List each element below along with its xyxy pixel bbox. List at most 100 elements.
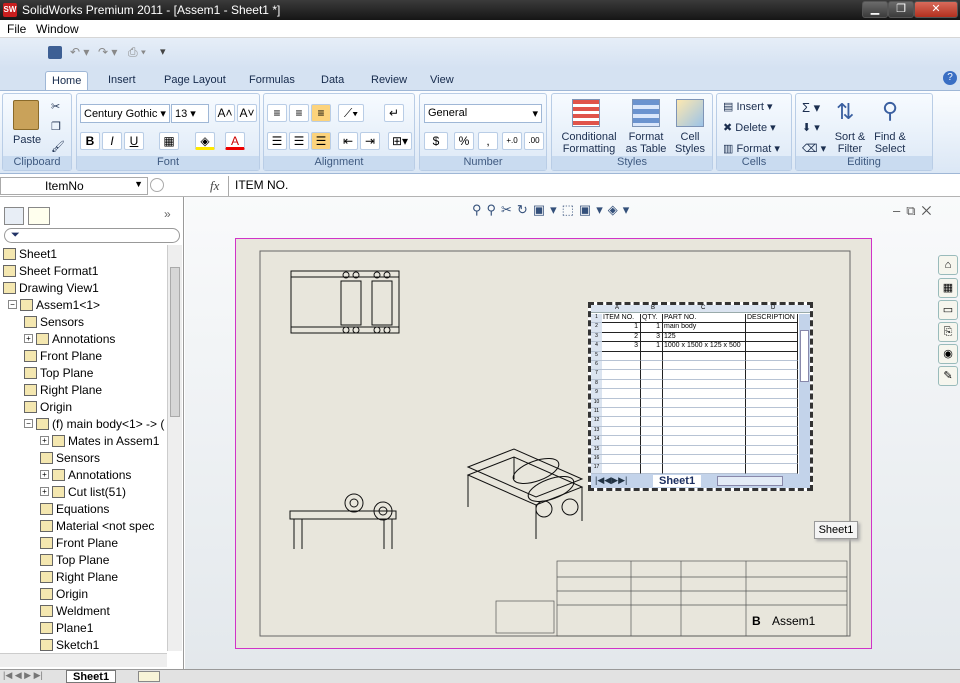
- expand-icon[interactable]: +: [40, 436, 49, 445]
- menu-window[interactable]: Window: [36, 22, 79, 36]
- bom-table[interactable]: A B C D 1 ITEM NO. QTY. PART NO. DESCRIPTION…: [588, 302, 813, 491]
- format-as-table-button[interactable]: Format as Table: [624, 131, 668, 155]
- bom-cell[interactable]: [641, 426, 663, 437]
- bom-cell[interactable]: [663, 361, 746, 371]
- bom-cell[interactable]: [746, 398, 798, 408]
- formula-input[interactable]: ITEM NO.: [228, 176, 946, 196]
- feature-manager-tab-icon[interactable]: [4, 207, 24, 225]
- view-window-controls[interactable]: –⧉✕: [893, 203, 937, 219]
- align-right-icon[interactable]: ☰: [311, 132, 331, 150]
- bom-cell[interactable]: [663, 370, 746, 380]
- align-middle-icon[interactable]: ≡: [289, 104, 309, 122]
- copy-icon[interactable]: ❐: [51, 120, 61, 133]
- bom-cell[interactable]: [663, 408, 746, 418]
- bom-scroll-thumb[interactable]: [800, 330, 809, 382]
- property-manager-tab-icon[interactable]: [28, 207, 50, 225]
- add-sheet-icon[interactable]: [138, 671, 160, 682]
- heads-up-view-toolbar[interactable]: ⚲⚲✂↻▣▾⬚▣▾◈▾: [472, 202, 634, 218]
- bom-cell[interactable]: [602, 455, 641, 465]
- align-top-icon[interactable]: ≡: [267, 104, 287, 122]
- bom-cell[interactable]: 2: [602, 332, 641, 343]
- close-button[interactable]: ✕: [914, 1, 958, 18]
- bom-cell[interactable]: [641, 361, 663, 371]
- bom-cell[interactable]: [641, 389, 663, 399]
- tab-page-layout[interactable]: Page Layout: [158, 71, 232, 90]
- appearances-icon[interactable]: ◉: [938, 344, 958, 364]
- restore-button[interactable]: ❐: [888, 1, 914, 18]
- tree-item[interactable]: Right Plane: [24, 381, 102, 398]
- bom-sheet-tab[interactable]: Sheet1: [653, 475, 702, 487]
- tree-item[interactable]: Front Plane: [24, 347, 102, 364]
- bom-cell[interactable]: [746, 342, 798, 352]
- percent-button[interactable]: %: [454, 132, 474, 150]
- sheet1-tab[interactable]: Sheet1: [66, 670, 117, 683]
- tree-item[interactable]: + Mates in Assem1: [40, 432, 159, 449]
- design-library-icon[interactable]: ▦: [938, 278, 958, 298]
- bom-cell[interactable]: [641, 436, 663, 446]
- drawing-sheet[interactable]: B Assem1 A B C D 1 ITEM NO. QTY. PART NO. DE…: [235, 238, 872, 649]
- view-palette-icon[interactable]: ⎘: [938, 322, 958, 342]
- bom-cell[interactable]: [746, 408, 798, 418]
- bom-cell[interactable]: [746, 464, 798, 474]
- tree-item[interactable]: Drawing View1: [3, 279, 99, 296]
- bom-cell[interactable]: [746, 389, 798, 399]
- bom-cell[interactable]: [746, 379, 798, 390]
- bom-cell[interactable]: 125: [663, 332, 746, 343]
- tree-item[interactable]: Equations: [40, 500, 109, 517]
- collapse-icon[interactable]: −: [24, 419, 33, 428]
- bom-cell[interactable]: [746, 332, 798, 343]
- bom-cell[interactable]: [602, 464, 641, 474]
- bom-cell[interactable]: main body: [663, 323, 746, 333]
- cell-styles-icon[interactable]: [676, 99, 704, 127]
- bom-cell[interactable]: [746, 455, 798, 465]
- decrease-decimal-icon[interactable]: .00: [524, 132, 544, 150]
- formula-bar-toggle-icon[interactable]: [150, 178, 164, 192]
- conditional-formatting-icon[interactable]: [572, 99, 600, 127]
- expand-panel-icon[interactable]: »: [164, 207, 171, 221]
- grow-font-icon[interactable]: A˄: [215, 104, 235, 122]
- expand-icon[interactable]: +: [40, 487, 49, 496]
- scroll-thumb[interactable]: [170, 267, 180, 417]
- name-box[interactable]: ItemNo ▼: [0, 177, 148, 195]
- undo-icon[interactable]: ↶ ▾: [70, 45, 89, 59]
- tree-item[interactable]: Sensors: [24, 313, 84, 330]
- bom-cell[interactable]: 1: [641, 342, 663, 352]
- find-select-button[interactable]: Find & Select: [870, 131, 910, 155]
- tree-hscrollbar[interactable]: [0, 653, 167, 667]
- comma-button[interactable]: ,: [478, 132, 498, 150]
- expand-icon[interactable]: +: [24, 334, 33, 343]
- sort-filter-icon[interactable]: ⇅: [836, 99, 854, 125]
- bom-vscroll[interactable]: [799, 314, 810, 474]
- bom-cell[interactable]: [602, 445, 641, 455]
- format-painter-icon[interactable]: 🖌: [51, 140, 65, 153]
- tab-view[interactable]: View: [424, 71, 460, 90]
- bom-cell[interactable]: [663, 389, 746, 399]
- bom-cell[interactable]: [663, 464, 746, 474]
- bom-cell[interactable]: [602, 379, 641, 390]
- increase-indent-icon[interactable]: ⇥: [360, 132, 380, 150]
- format-as-table-icon[interactable]: [632, 99, 660, 127]
- borders-icon[interactable]: ▦: [159, 132, 179, 150]
- file-explorer-icon[interactable]: ▭: [938, 300, 958, 320]
- bom-cell[interactable]: [641, 408, 663, 418]
- print-preview-icon[interactable]: ⎙ ▾: [128, 45, 146, 60]
- bom-cell[interactable]: [641, 445, 663, 455]
- home-icon[interactable]: ⌂: [938, 255, 958, 275]
- bom-cell[interactable]: [602, 417, 641, 427]
- tree-item[interactable]: Sketch1: [40, 636, 99, 653]
- bom-cell[interactable]: [641, 417, 663, 427]
- tree-item[interactable]: + Annotations: [24, 330, 115, 347]
- bom-cell[interactable]: [602, 398, 641, 408]
- tree-item[interactable]: Sheet Format1: [3, 262, 98, 279]
- bom-cell[interactable]: 1000 x 1500 x 125 x 500: [663, 342, 746, 352]
- tree-item[interactable]: Origin: [24, 398, 72, 415]
- tree-item[interactable]: − Assem1<1>: [8, 296, 100, 313]
- bom-cell[interactable]: [746, 351, 798, 361]
- tree-item[interactable]: Top Plane: [24, 364, 93, 381]
- tree-item[interactable]: + Cut list(51): [40, 483, 126, 500]
- bom-cell[interactable]: [663, 426, 746, 437]
- menu-file[interactable]: File: [7, 22, 26, 36]
- underline-button[interactable]: U: [124, 132, 144, 150]
- format-cells-button[interactable]: ▥ Format ▾: [723, 142, 780, 155]
- collapse-icon[interactable]: −: [8, 300, 17, 309]
